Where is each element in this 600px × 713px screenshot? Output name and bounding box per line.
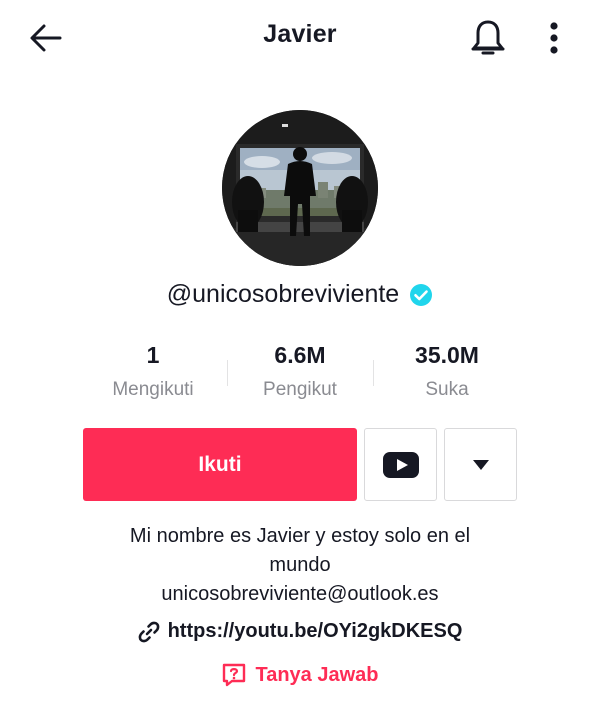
- question-box-icon: [223, 663, 246, 687]
- qa-link[interactable]: Tanya Jawab: [0, 662, 600, 688]
- more-actions-dropdown-button[interactable]: [444, 428, 517, 501]
- youtube-button[interactable]: [364, 428, 437, 501]
- bio-link[interactable]: https://youtu.be/OYi2gkDKESQ: [0, 620, 600, 643]
- stat-following[interactable]: 1 Mengikuti: [80, 340, 226, 402]
- more-options-button[interactable]: [536, 16, 572, 60]
- top-bar: Javier: [0, 0, 600, 76]
- notification-bell-button[interactable]: [466, 16, 510, 60]
- more-vertical-icon: [550, 22, 558, 54]
- stat-label: Suka: [425, 379, 469, 400]
- username-row: @unicosobreviviente: [0, 280, 600, 309]
- profile-stats: 1 Mengikuti 6.6M Pengikut 35.0M Suka: [80, 340, 520, 410]
- bio-line: Mi nombre es Javier y estoy solo en el: [129, 525, 471, 547]
- link-icon: [138, 621, 159, 642]
- bio: Mi nombre es Javier y estoy solo en el m…: [60, 522, 540, 609]
- qa-text: Tanya Jawab: [255, 663, 379, 686]
- bell-icon: [471, 20, 505, 55]
- avatar[interactable]: [222, 110, 378, 266]
- bio-link-text: https://youtu.be/OYi2gkDKESQ: [167, 620, 463, 642]
- stat-value: 6.6M: [274, 342, 326, 368]
- stat-value: 35.0M: [415, 342, 479, 368]
- username: @unicosobreviviente: [166, 280, 400, 308]
- stat-label: Pengikut: [263, 379, 337, 400]
- bio-line: mundo: [269, 554, 331, 576]
- stat-label: Mengikuti: [112, 379, 194, 400]
- stat-value: 1: [146, 342, 160, 368]
- caret-down-icon: [472, 459, 489, 470]
- stat-followers[interactable]: 6.6M Pengikut: [227, 340, 373, 402]
- profile-photo: [222, 110, 378, 266]
- follow-button[interactable]: Ikuti: [83, 428, 357, 501]
- stat-likes[interactable]: 35.0M Suka: [374, 340, 520, 402]
- bio-line: unicosobreviviente@outlook.es: [161, 583, 439, 605]
- page-title: Javier: [263, 20, 337, 48]
- verified-badge-icon: [409, 283, 433, 307]
- youtube-icon: [382, 451, 419, 478]
